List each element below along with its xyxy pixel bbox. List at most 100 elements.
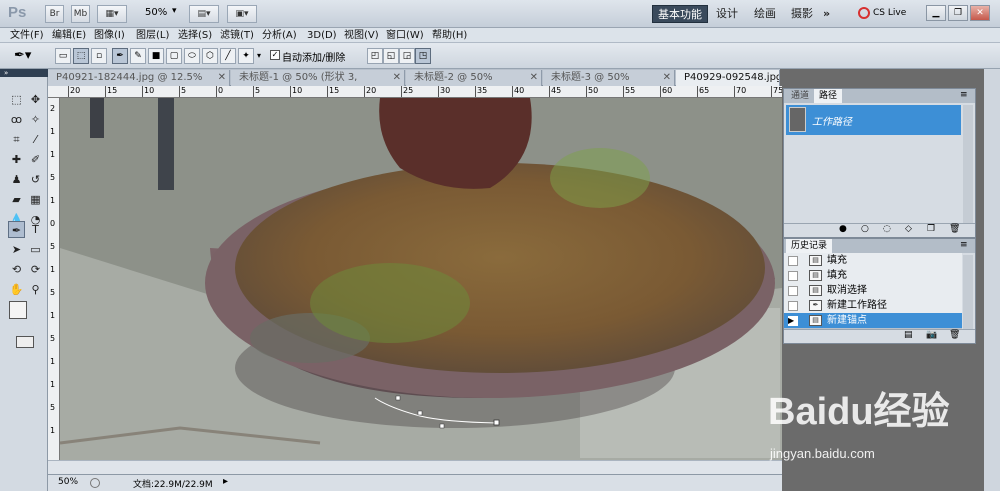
workspace-essentials[interactable]: 基本功能 [652, 5, 708, 23]
history-row[interactable]: ✒ 新建工作路径 [784, 298, 962, 314]
menu-view[interactable]: 视图(V) [340, 28, 383, 43]
bridge-button[interactable]: Br [45, 5, 64, 23]
rounded-rectangle-button[interactable]: ▢ [166, 48, 182, 64]
fill-pixels-button[interactable]: ▫ [91, 48, 107, 64]
minimize-button[interactable]: ▁ [926, 5, 946, 21]
quick-mask-icon[interactable] [16, 336, 34, 348]
history-row[interactable]: ▤ 取消选择 [784, 283, 962, 299]
status-zoom[interactable]: 50% [58, 477, 78, 487]
status-menu-arrow-icon[interactable]: ▸ [223, 476, 228, 487]
history-row[interactable]: ▤ 填充 [784, 253, 962, 269]
status-info-icon[interactable] [90, 478, 100, 488]
3d-rotate-icon[interactable]: ⟲ [8, 261, 25, 278]
anchor-point[interactable] [493, 419, 500, 426]
zoom-level-dropdown[interactable]: 50% [145, 7, 167, 18]
mini-bridge-button[interactable]: Mb [71, 5, 90, 23]
foreground-color-swatch[interactable] [9, 301, 27, 319]
menu-3d[interactable]: 3D(D) [303, 28, 341, 43]
type-tool-icon[interactable]: T [27, 221, 44, 238]
path-subtract-button[interactable]: ◱ [383, 48, 399, 64]
clone-stamp-icon[interactable]: ♟ [8, 171, 25, 188]
paths-mode-button[interactable]: ⬚ [73, 48, 89, 64]
menu-window[interactable]: 窗口(W) [382, 28, 428, 43]
snapshot-icon[interactable]: 📷 [926, 330, 937, 340]
menu-help[interactable]: 帮助(H) [428, 28, 471, 43]
fill-path-icon[interactable]: ● [839, 224, 847, 234]
shape-tool-icon[interactable]: ▭ [27, 241, 44, 258]
new-document-icon[interactable]: ▤ [904, 330, 913, 340]
history-row-selected[interactable]: ▶ ▤ 新建锚点 [784, 313, 962, 329]
menu-analysis[interactable]: 分析(A) [258, 28, 301, 43]
menu-layer[interactable]: 图层(L) [132, 28, 173, 43]
pen-tool-preset-icon[interactable]: ✒▾ [14, 48, 31, 63]
pen-tool-icon[interactable]: ✒ [8, 221, 25, 238]
lasso-tool-icon[interactable]: ꝏ [8, 111, 25, 128]
more-workspaces-button[interactable]: » [818, 5, 835, 23]
menu-file[interactable]: 文件(F) [6, 28, 48, 43]
load-selection-icon[interactable]: ◌ [883, 224, 891, 234]
menu-image[interactable]: 图像(I) [90, 28, 129, 43]
path-exclude-button[interactable]: ◳ [415, 48, 431, 64]
menu-filter[interactable]: 滤镜(T) [216, 28, 258, 43]
magic-wand-icon[interactable]: ✧ [27, 111, 44, 128]
history-scrollbar[interactable] [963, 255, 973, 329]
stroke-path-icon[interactable]: ○ [861, 224, 869, 234]
panel-menu-icon[interactable]: ≡ [960, 90, 968, 100]
close-icon[interactable]: ✕ [663, 70, 671, 86]
menu-edit[interactable]: 编辑(E) [48, 28, 90, 43]
new-path-icon[interactable]: ❐ [927, 224, 935, 234]
shape-layers-button[interactable]: ▭ [55, 48, 71, 64]
3d-orbit-icon[interactable]: ⟳ [27, 261, 44, 278]
pen-tool-button[interactable]: ✒ [112, 48, 128, 64]
anchor-point[interactable] [395, 395, 401, 401]
close-icon[interactable]: ✕ [218, 70, 226, 86]
path-selection-icon[interactable]: ➤ [8, 241, 25, 258]
close-icon[interactable]: ✕ [530, 70, 538, 86]
tab-history[interactable]: 历史记录 [786, 239, 833, 253]
trash-icon[interactable]: 🗑 [949, 224, 960, 234]
vertical-scrollbar[interactable] [984, 69, 1000, 491]
panel-menu-icon[interactable]: ≡ [960, 240, 968, 250]
doc-tab-active[interactable]: P40929-092548.jpg @ 50%(RGB/8) * [676, 70, 780, 86]
history-row[interactable]: ▤ 填充 [784, 268, 962, 284]
path-combine-button[interactable]: ◰ [367, 48, 383, 64]
path-intersect-button[interactable]: ◲ [399, 48, 415, 64]
freeform-pen-button[interactable]: ✎ [130, 48, 146, 64]
workspace-design[interactable]: 设计 [711, 5, 743, 23]
polygon-button[interactable]: ⬡ [202, 48, 218, 64]
horizontal-scrollbar[interactable] [48, 460, 782, 474]
doc-tab[interactable]: 未标题-3 @ 50%(RGB/8) *✕ [543, 70, 675, 99]
tab-paths[interactable]: 路径 [814, 89, 843, 103]
hand-tool-icon[interactable]: ✋ [8, 281, 25, 298]
anchor-point[interactable] [417, 410, 423, 416]
doc-tab[interactable]: 未标题-1 @ 50% (形状 3, RGB/8) *✕ [231, 70, 405, 99]
make-work-path-icon[interactable]: ◇ [905, 224, 912, 234]
paths-scrollbar[interactable] [963, 105, 973, 223]
chevron-down-icon[interactable]: ▾ [257, 51, 261, 60]
workspace-painting[interactable]: 绘画 [749, 5, 781, 23]
custom-shape-button[interactable]: ✦ [238, 48, 254, 64]
gradient-icon[interactable]: ▦ [27, 191, 44, 208]
brush-tool-icon[interactable]: ✐ [27, 151, 44, 168]
screen-mode-dropdown[interactable]: ▣▾ [227, 5, 257, 23]
crop-tool-icon[interactable]: ⌗ [8, 131, 25, 148]
history-brush-icon[interactable]: ↺ [27, 171, 44, 188]
zoom-tool-icon[interactable]: ⚲ [27, 281, 44, 298]
arrange-documents-dropdown[interactable]: ▤▾ [189, 5, 219, 23]
eyedropper-icon[interactable]: ⁄ [27, 131, 44, 148]
close-icon[interactable]: ✕ [393, 70, 401, 86]
eraser-icon[interactable]: ▰ [8, 191, 25, 208]
doc-tab[interactable]: P40921-182444.jpg @ 12.5%(RGB/8) *✕ [48, 70, 230, 99]
trash-icon[interactable]: 🗑 [949, 330, 960, 340]
move-tool-icon[interactable]: ✥ [27, 91, 44, 108]
workspace-photography[interactable]: 摄影 [786, 5, 818, 23]
healing-brush-icon[interactable]: ✚ [8, 151, 25, 168]
close-button[interactable]: ✕ [970, 5, 990, 21]
extras-dropdown[interactable]: ▦▾ [97, 5, 127, 23]
toolbox-collapse-icon[interactable]: » [0, 69, 48, 77]
line-button[interactable]: ╱ [220, 48, 236, 64]
marquee-tool-icon[interactable]: ⬚ [8, 91, 25, 108]
path-item[interactable]: 工作路径 [786, 105, 961, 135]
cs-live-button[interactable]: CS Live [873, 8, 906, 18]
anchor-point[interactable] [439, 423, 445, 429]
